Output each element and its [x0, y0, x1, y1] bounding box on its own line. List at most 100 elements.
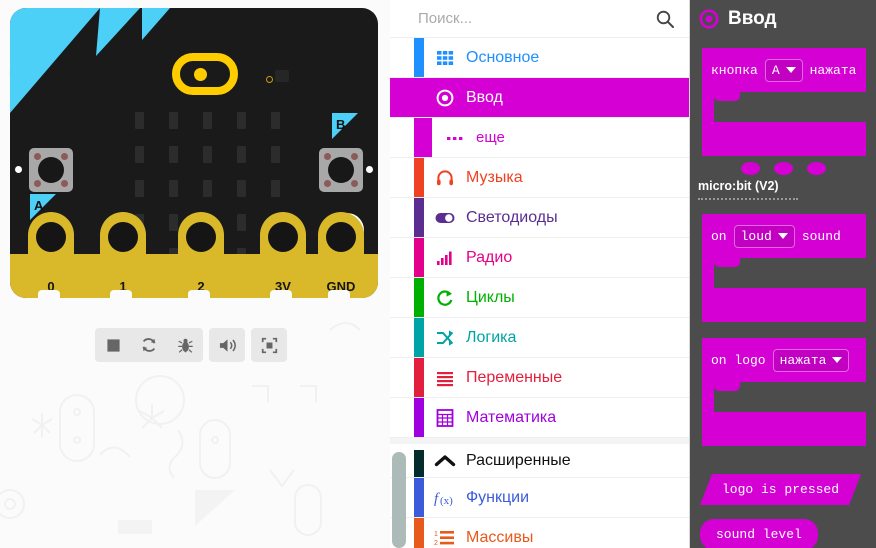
- chevron-down-icon: [832, 357, 843, 363]
- led[interactable]: [134, 180, 144, 197]
- led[interactable]: [236, 180, 246, 197]
- pin-3v[interactable]: 3V: [260, 212, 306, 298]
- sound-dropdown[interactable]: loud: [733, 224, 795, 248]
- dot: [773, 162, 793, 175]
- led[interactable]: [134, 112, 144, 129]
- led[interactable]: [236, 146, 246, 163]
- category-esche[interactable]: еще: [390, 118, 689, 158]
- debug-button[interactable]: [167, 328, 203, 362]
- category-label: Расширенные: [466, 451, 571, 469]
- target-icon: [699, 9, 719, 29]
- led[interactable]: [202, 112, 212, 129]
- led[interactable]: [270, 146, 280, 163]
- led[interactable]: [168, 214, 178, 231]
- loop-icon: [432, 288, 458, 308]
- button-b[interactable]: [319, 148, 363, 192]
- led[interactable]: [168, 180, 178, 197]
- category-radio[interactable]: Радио: [390, 238, 689, 278]
- category-vvod[interactable]: Ввод: [390, 78, 689, 118]
- on-loud-sound-block[interactable]: on loud sound: [690, 214, 876, 322]
- headphone-icon: [432, 168, 458, 188]
- shuffle-icon: [432, 328, 458, 348]
- fullscreen-icon: [261, 337, 277, 353]
- led[interactable]: [236, 112, 246, 129]
- restart-button[interactable]: [131, 328, 167, 362]
- logo-action-dropdown[interactable]: нажата: [772, 348, 850, 372]
- category-label: Музыка: [466, 168, 523, 186]
- dot: [806, 162, 826, 175]
- button-a[interactable]: [29, 148, 73, 192]
- function-icon: f (x): [432, 488, 458, 508]
- led[interactable]: [134, 146, 144, 163]
- calculator-icon: [432, 408, 458, 428]
- lines-icon: [432, 368, 458, 388]
- stop-button[interactable]: [95, 328, 131, 362]
- category-label: Циклы: [466, 288, 515, 306]
- led[interactable]: [202, 180, 212, 197]
- svg-text:2: 2: [434, 540, 438, 547]
- svg-text:1: 1: [434, 531, 438, 538]
- category-rasshirennye[interactable]: Расширенные: [390, 438, 689, 478]
- block-text: sound level: [700, 519, 818, 548]
- category-peremennye[interactable]: Переменные: [390, 358, 689, 398]
- button-dropdown[interactable]: A: [764, 58, 803, 82]
- led[interactable]: [168, 112, 178, 129]
- on-logo-pressed-block[interactable]: on logo нажата: [690, 338, 876, 446]
- dropdown-value: A: [771, 62, 780, 78]
- makecode-editor: A B V2 0: [0, 0, 876, 548]
- target-icon: [432, 88, 458, 108]
- block-text: sound: [801, 228, 841, 244]
- pin-2[interactable]: 2: [178, 212, 224, 298]
- category-logika[interactable]: Логика: [390, 318, 689, 358]
- sound-level-block[interactable]: sound level: [690, 519, 876, 548]
- mute-button[interactable]: [209, 328, 245, 362]
- led[interactable]: [236, 214, 246, 231]
- on-button-pressed-block[interactable]: кнопка A нажата: [690, 48, 876, 156]
- search-bar[interactable]: [390, 0, 689, 38]
- category-funkcii[interactable]: f (x) Функции: [390, 478, 689, 518]
- category-label: Ввод: [466, 88, 503, 106]
- category-label: еще: [476, 129, 505, 146]
- restart-icon: [142, 338, 156, 352]
- category-label: Светодиоды: [466, 208, 558, 226]
- fullscreen-group: [251, 328, 287, 362]
- more-blocks-indicator: [690, 156, 876, 179]
- category-massivy[interactable]: 1 2 Массивы: [390, 518, 689, 548]
- category-cikly[interactable]: Циклы: [390, 278, 689, 318]
- pin-gnd[interactable]: GND: [318, 212, 364, 298]
- array-icon: 1 2: [432, 528, 458, 548]
- category-label: Функции: [466, 488, 530, 506]
- category-svetodiody[interactable]: Светодиоды: [390, 198, 689, 238]
- fullscreen-button[interactable]: [251, 328, 287, 362]
- right-edge-dot: [366, 166, 373, 173]
- logo-is-pressed-block[interactable]: logo is pressed: [700, 474, 876, 505]
- left-edge-dot: [15, 166, 22, 173]
- speaker-icon: [219, 338, 236, 352]
- category-label: Основное: [466, 48, 540, 66]
- dot: [740, 162, 760, 175]
- block-text: кнопка: [711, 62, 758, 78]
- category-osnovnoe[interactable]: Основное: [390, 38, 689, 78]
- led[interactable]: [270, 180, 280, 197]
- bug-icon: [177, 338, 193, 353]
- toolbox-scrollbar[interactable]: [392, 452, 406, 548]
- section-label: micro:bit (V2): [698, 179, 779, 193]
- search-icon[interactable]: [655, 9, 675, 29]
- led[interactable]: [202, 146, 212, 163]
- pin-1[interactable]: 1: [100, 212, 146, 298]
- mute-group: [209, 328, 245, 362]
- category-muzyka[interactable]: Музыка: [390, 158, 689, 198]
- pin-0[interactable]: 0: [28, 212, 74, 298]
- microbit-board[interactable]: A B V2 0: [10, 8, 378, 298]
- speaker-glyph-icon: [275, 70, 289, 82]
- pin-row: 0 1 2 3V GND: [10, 212, 378, 298]
- logo-dot: [194, 68, 207, 81]
- block-text: on logo: [711, 352, 766, 368]
- category-matematika[interactable]: Математика: [390, 398, 689, 438]
- flyout-panel: Ввод кнопка A нажата micro:bit (V2) on l…: [690, 0, 876, 548]
- category-label: Математика: [466, 408, 557, 426]
- search-input[interactable]: [418, 10, 655, 27]
- led[interactable]: [168, 146, 178, 163]
- led[interactable]: [270, 112, 280, 129]
- signal-icon: [432, 248, 458, 268]
